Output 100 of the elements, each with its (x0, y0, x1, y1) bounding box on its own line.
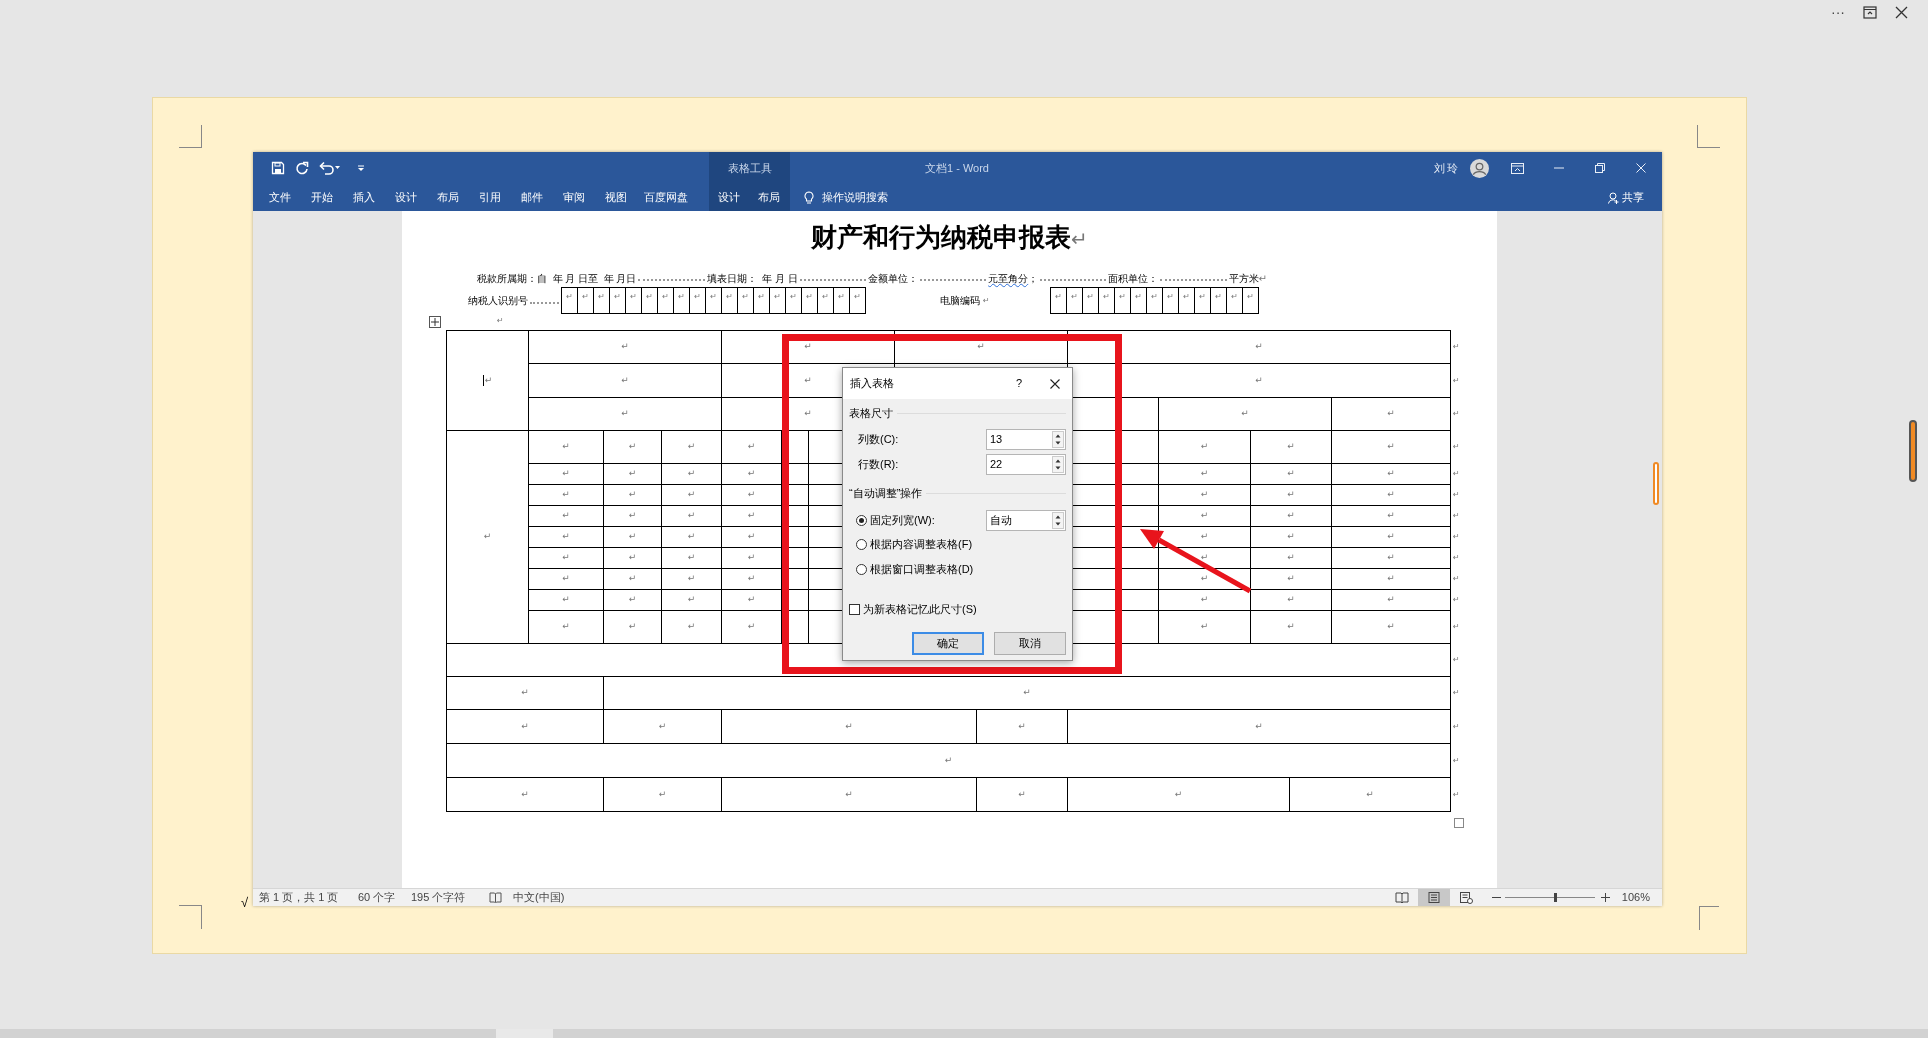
ribbon-display-icon[interactable] (1511, 162, 1524, 174)
ribbon-tab[interactable]: 邮件 (511, 184, 553, 211)
zoom-in-icon[interactable] (1600, 893, 1610, 902)
ribbon-tab[interactable]: 百度网盘 (637, 184, 695, 211)
undo-icon[interactable] (319, 161, 341, 175)
input-box[interactable]: ↵ (562, 287, 578, 314)
customize-icon[interactable] (357, 164, 365, 172)
table-cell-mark: ↵ (1018, 719, 1026, 733)
ribbon-tab[interactable]: 文件 (259, 184, 301, 211)
input-box[interactable]: ↵ (1179, 287, 1195, 314)
input-box[interactable]: ↵ (658, 287, 674, 314)
web-view-icon (1458, 891, 1473, 904)
input-box[interactable]: ↵ (1147, 287, 1163, 314)
scrollbar-thumb[interactable] (1909, 420, 1917, 482)
spinner-arrows-icon[interactable] (1052, 455, 1064, 473)
input-box[interactable]: ↵ (1067, 287, 1083, 314)
form-label: 平方米 (1228, 271, 1259, 286)
zoom-level[interactable]: 106% (1621, 889, 1650, 906)
radio-button[interactable] (856, 564, 867, 575)
input-box[interactable]: ↵ (834, 287, 850, 314)
input-box[interactable]: ↵ (802, 287, 818, 314)
share-button[interactable]: 共享 (1608, 184, 1644, 211)
input-box[interactable]: ↵ (610, 287, 626, 314)
table-move-handle-icon[interactable] (429, 316, 441, 328)
lightbulb-icon[interactable] (804, 190, 814, 205)
input-box[interactable]: ↵ (722, 287, 738, 314)
input-box[interactable]: ↵ (706, 287, 722, 314)
table-cell-mark: ↵ (1287, 530, 1295, 544)
row-end-mark: ↵ (1453, 655, 1460, 664)
table-cell-mark: ↵ (483, 530, 492, 544)
user-name: 刘玲 (1434, 160, 1460, 176)
spin-field[interactable]: 22 (986, 453, 1066, 475)
input-box[interactable]: ↵ (738, 287, 754, 314)
input-box[interactable]: ↵ (786, 287, 802, 314)
ribbon-tab[interactable]: 审阅 (553, 184, 595, 211)
ribbon-tab[interactable]: 布局 (427, 184, 469, 211)
ribbon-tab[interactable]: 插入 (343, 184, 385, 211)
person-add-icon (1608, 191, 1619, 204)
ribbon-tab[interactable]: 设计 (385, 184, 427, 211)
zoom-slider-thumb[interactable] (1554, 893, 1558, 902)
input-box[interactable]: ↵ (1163, 287, 1179, 314)
input-box[interactable]: ↵ (818, 287, 834, 314)
input-box[interactable]: ↵ (626, 287, 642, 314)
input-box[interactable]: ↵ (578, 287, 594, 314)
table-cell-mark: ↵ (628, 551, 637, 565)
input-box[interactable]: ↵ (1227, 287, 1243, 314)
input-box[interactable]: ↵ (690, 287, 706, 314)
table-cell-mark: ↵ (1387, 509, 1395, 523)
input-box[interactable]: ↵ (1131, 287, 1147, 314)
spinner-arrows-icon[interactable] (1052, 511, 1064, 529)
close-icon[interactable] (1050, 378, 1060, 389)
input-box[interactable]: ↵ (1051, 287, 1067, 314)
more-button[interactable]: ··· (1831, 5, 1845, 19)
input-box[interactable]: ↵ (674, 287, 690, 314)
ribbon-tab[interactable]: 开始 (301, 184, 343, 211)
language-indicator[interactable]: 中文(中国) (513, 889, 565, 906)
input-box[interactable]: ↵ (754, 287, 770, 314)
field-label: 行数(R): (858, 456, 900, 472)
word-count[interactable]: 60 个字 (358, 889, 411, 906)
ribbon-tab[interactable]: 视图 (595, 184, 637, 211)
help-button[interactable]: ? (1015, 375, 1022, 392)
table-cell-mark: ↵ (845, 719, 853, 733)
radio-button[interactable] (856, 514, 867, 526)
table-cell-mark: ↵ (1387, 572, 1395, 586)
restore-icon[interactable] (1595, 163, 1605, 173)
dialog-button[interactable]: 取消 (994, 632, 1066, 655)
zoom-slider[interactable] (1504, 893, 1595, 902)
character-count[interactable]: 195 个字符 (411, 889, 489, 906)
page-count[interactable]: 第 1 页，共 1 页 (259, 889, 358, 906)
save-icon[interactable] (271, 161, 285, 175)
table-cell-mark: ↵ (1200, 551, 1209, 565)
close-icon[interactable] (1895, 5, 1908, 19)
view-button[interactable] (1417, 889, 1450, 906)
avatar-icon[interactable] (1470, 158, 1489, 178)
scrollbar-thumb[interactable] (1653, 462, 1659, 505)
ribbon-tab[interactable]: 引用 (469, 184, 511, 211)
input-box[interactable]: ↵ (1099, 287, 1115, 314)
spin-field[interactable]: 13 (986, 428, 1066, 450)
input-box[interactable]: ↵ (770, 287, 786, 314)
spin-field[interactable]: 自动 (986, 509, 1066, 531)
input-box[interactable]: ↵ (1115, 287, 1131, 314)
input-box[interactable]: ↵ (1195, 287, 1211, 314)
input-box[interactable]: ↵ (1083, 287, 1099, 314)
input-box[interactable]: ↵ (1243, 287, 1259, 314)
table-cell-mark: ↵ (747, 572, 756, 586)
input-box[interactable]: ↵ (594, 287, 610, 314)
redo-icon[interactable] (295, 161, 309, 175)
dialog-button[interactable]: 确定 (912, 632, 984, 655)
radio-button[interactable] (856, 538, 867, 550)
input-box[interactable]: ↵ (850, 287, 866, 314)
table-cell-mark: ↵ (1387, 488, 1395, 502)
input-box[interactable]: ↵ (642, 287, 658, 314)
proofing-book-icon[interactable] (489, 892, 502, 903)
table-resize-handle[interactable] (1454, 818, 1464, 828)
restore-icon[interactable] (1863, 5, 1877, 19)
checkbox[interactable] (849, 603, 860, 615)
spinner-arrows-icon[interactable] (1052, 430, 1064, 448)
tell-me-search[interactable]: 操作说明搜索 (822, 189, 888, 206)
table-cell-mark: ↵ (687, 593, 696, 607)
input-box[interactable]: ↵ (1211, 287, 1227, 314)
